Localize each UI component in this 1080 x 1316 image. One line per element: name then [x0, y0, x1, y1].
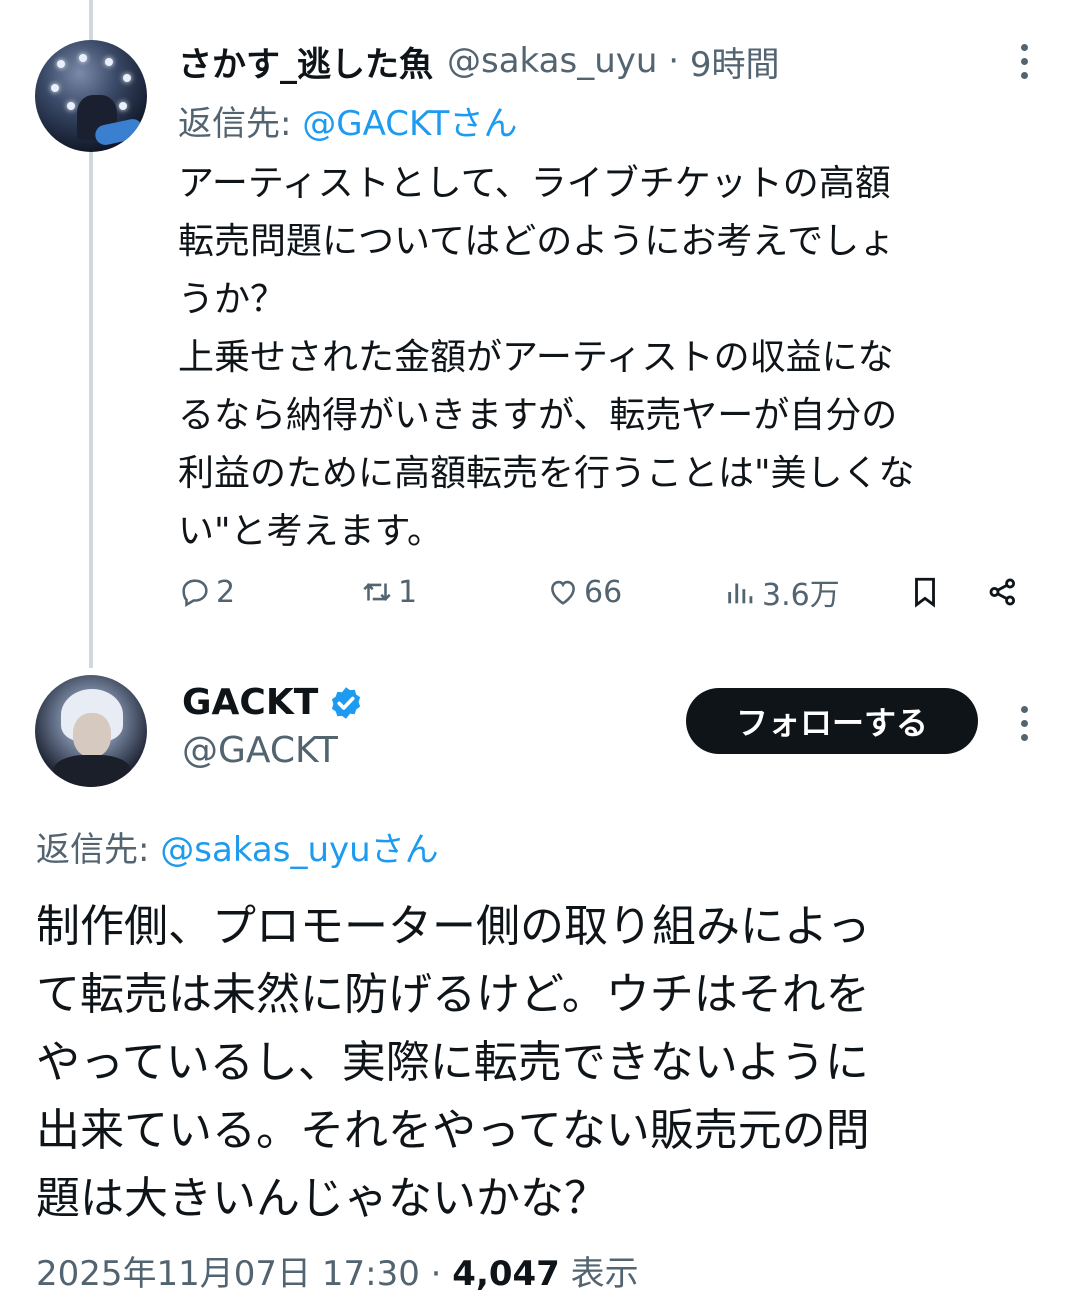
gackt-avatar[interactable]	[35, 675, 147, 787]
retweet-count: 1	[398, 574, 418, 610]
retweet-icon	[363, 583, 391, 601]
tweet-view-count: 4,047	[452, 1254, 560, 1294]
like-icon	[551, 580, 575, 605]
main-tweet-body: 制作側、プロモーター側の取り組みによっ て転売は未然に防げるけど。ウチはそれを …	[36, 901, 871, 1224]
verified-badge-icon	[332, 686, 361, 719]
reply-count: 2	[216, 574, 236, 610]
main-reply-to-mention[interactable]: @sakas_uyuさん	[160, 830, 438, 870]
view-count: 3.6万	[762, 578, 840, 613]
reply-author-handle[interactable]: @sakas_uyu	[447, 41, 657, 81]
views-icon	[728, 583, 753, 604]
reply-tweet-body: アーティストとして、ライブチケットの高額 転売問題についてはどのようにお考えでし…	[178, 163, 915, 552]
reply-icon	[182, 579, 208, 608]
meta-separator: ·	[419, 1254, 453, 1294]
reply-to-line: 返信先: @GACKTさん	[178, 96, 517, 145]
views-label: 表示	[559, 1254, 639, 1294]
reply-button[interactable]: 2	[178, 568, 235, 616]
reply-time[interactable]: 9時間	[690, 37, 780, 86]
retweet-button[interactable]: 1	[360, 568, 417, 616]
reply-tweet-actions: 2 1 66 3.6万	[178, 568, 1028, 616]
main-reply-to-line: 返信先: @sakas_uyuさん	[36, 822, 439, 871]
reply-to-mention[interactable]: @GACKTさん	[302, 104, 517, 144]
separator-dot: ·	[668, 41, 680, 81]
more-icon[interactable]	[1019, 44, 1029, 79]
main-author-handle[interactable]: @GACKT	[182, 730, 338, 771]
bookmark-icon	[915, 577, 935, 608]
tweet-timestamp[interactable]: 2025年11月07日 17:30	[36, 1254, 420, 1294]
main-author-name[interactable]: GACKT	[182, 682, 318, 723]
reply-to-label: 返信先:	[178, 104, 303, 144]
share-button[interactable]	[986, 568, 1020, 616]
reply-tweet-header: さかす_逃した魚 @sakas_uyu · 9時間	[178, 37, 780, 86]
follow-button[interactable]: フォローする	[686, 688, 978, 754]
bookmark-button[interactable]	[908, 568, 942, 616]
tweet-meta: 2025年11月07日 17:30 · 4,047 表示	[36, 1246, 639, 1295]
like-button[interactable]: 66	[546, 568, 622, 616]
main-reply-to-label: 返信先:	[36, 830, 161, 870]
share-icon	[989, 578, 1016, 606]
reply-author-name[interactable]: さかす_逃した魚	[178, 37, 433, 86]
main-author-name-row: GACKT	[182, 682, 364, 723]
like-count: 66	[584, 574, 623, 610]
more-icon[interactable]	[1019, 706, 1029, 741]
views-button[interactable]: 3.6万	[724, 568, 840, 616]
sakas-avatar[interactable]	[35, 40, 147, 152]
